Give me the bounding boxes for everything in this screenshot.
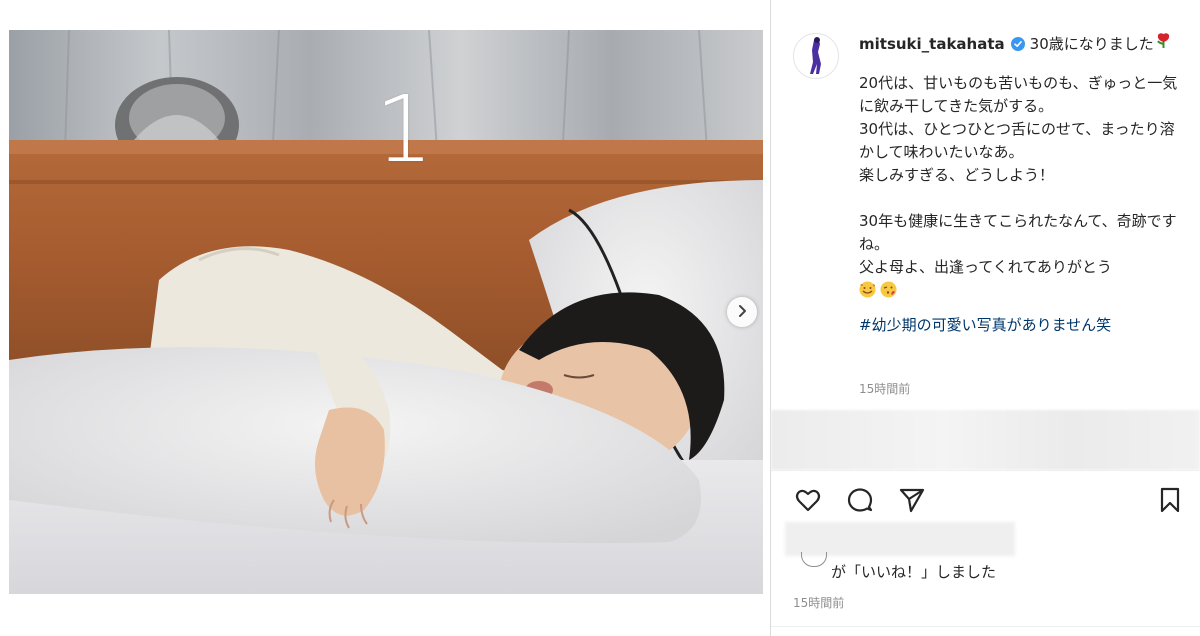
actions-divider	[771, 470, 1200, 471]
rose-emoji	[1156, 32, 1171, 56]
blurred-liker-name	[785, 522, 1015, 556]
heart-icon	[793, 489, 823, 519]
smiling-face-with-hearts-emoji	[859, 281, 876, 298]
share-button[interactable]	[897, 485, 927, 515]
photo-pane: 1	[0, 0, 771, 636]
comment-icon	[845, 488, 875, 519]
paper-plane-icon	[897, 488, 927, 519]
caption-timestamp: 15時間前	[859, 382, 911, 396]
post-actions	[793, 485, 1185, 515]
blurred-comments	[771, 410, 1200, 470]
bottom-divider	[771, 626, 1200, 627]
verified-badge-icon	[1010, 37, 1025, 51]
caption-title: 30歳になりました	[1029, 34, 1154, 53]
comment-button[interactable]	[845, 485, 875, 515]
username[interactable]: mitsuki_takahata	[859, 33, 1005, 56]
save-button[interactable]	[1155, 485, 1185, 515]
caption-header: mitsuki_takahata 30歳になりました	[859, 32, 1181, 56]
post-timestamp: 15時間前	[793, 596, 845, 610]
chevron-right-icon	[735, 303, 749, 322]
liker-avatar[interactable]	[801, 552, 827, 567]
face-blowing-kiss-emoji	[880, 281, 897, 298]
caption-emojis	[859, 281, 1181, 298]
hashtag-link[interactable]: #幼少期の可愛い写真がありません笑	[859, 314, 1181, 337]
likes-text[interactable]: が「いいね！」しました	[831, 561, 996, 582]
next-slide-button[interactable]	[727, 297, 757, 327]
avatar[interactable]	[793, 33, 839, 79]
post-caption: mitsuki_takahata 30歳になりました 20代は、甘いものも苦いも…	[859, 32, 1181, 337]
post-sidebar: mitsuki_takahata 30歳になりました 20代は、甘いものも苦いも…	[771, 0, 1200, 636]
caption-body: 20代は、甘いものも苦いものも、ぎゅっと一気に飲み干してきた気がする。 30代は…	[859, 74, 1178, 276]
like-button[interactable]	[793, 485, 823, 515]
slide-number: 1	[375, 76, 434, 183]
post-photo[interactable]: 1	[9, 30, 763, 594]
bookmark-icon	[1155, 487, 1185, 519]
